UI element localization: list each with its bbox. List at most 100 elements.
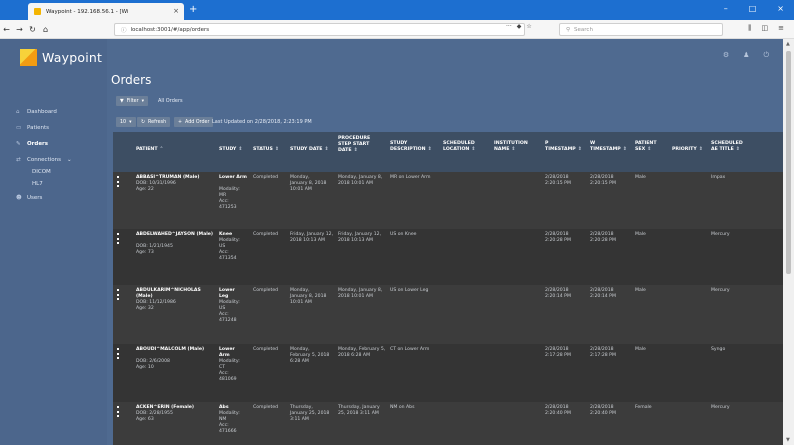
caret-down-icon: ▾ <box>129 119 132 125</box>
reload-icon[interactable]: ↻ <box>26 25 39 34</box>
refresh-button[interactable]: ↻ Refresh <box>137 117 171 127</box>
col-institution-name[interactable]: INSTITUTION NAME ⇕ <box>494 141 536 153</box>
back-icon[interactable]: ← <box>0 25 13 34</box>
table-cell: Friday, January 12, 2018 10:13 AM <box>338 232 382 243</box>
sort-icon: ⇕ <box>698 147 703 152</box>
add-order-button[interactable]: + Add Order <box>174 117 214 127</box>
table-cell: ABDELWAHED^JAYSON (Male) <box>136 232 214 237</box>
table-cell: Mercury <box>711 232 730 237</box>
url-bar[interactable]: ⓘ localhost:3001/#/app/orders <box>114 23 525 36</box>
table-cell: US on Knee <box>390 232 417 237</box>
row-actions-icon[interactable] <box>117 289 119 300</box>
info-icon: ⓘ <box>121 27 127 34</box>
column-label: PRIORITY <box>672 147 697 152</box>
sidebar-item-patients[interactable]: ▭ Patients <box>16 125 49 131</box>
sidebar-toggle-icon[interactable]: ◫ <box>762 24 769 33</box>
table-cell: Thursday, January 25, 2018 3:11 AM <box>290 405 330 422</box>
edit-icon: ✎ <box>16 141 21 147</box>
home-icon[interactable]: ⌂ <box>39 25 52 34</box>
table-row[interactable]: ABDELWAHED^JAYSON (Male) DOB: 1/21/1945 … <box>113 229 783 285</box>
row-actions-icon[interactable] <box>117 176 119 187</box>
maximize-icon[interactable]: □ <box>749 4 757 13</box>
sort-icon: ⇕ <box>511 147 516 153</box>
row-actions-icon[interactable] <box>117 233 119 244</box>
table-cell: 2/28/2018 2:20:15 PM <box>545 175 571 186</box>
sidebar-item-label: Connections <box>27 157 61 163</box>
table-row[interactable]: ABDULKARIM^NICHOLAS (Male) DOB: 11/12/19… <box>113 285 783 344</box>
col-scheduled-ae-title[interactable]: SCHEDULED AE TITLE ⇕ <box>711 141 751 153</box>
col-status[interactable]: STATUS ⇕ <box>253 147 279 153</box>
sort-icon: ⇕ <box>427 147 432 153</box>
filter-button[interactable]: ▼ Filter ▾ <box>116 96 149 106</box>
col-p-timestamp[interactable]: P TIMESTAMP ⇕ <box>545 141 582 153</box>
row-actions-icon[interactable] <box>117 348 119 359</box>
scrollbar-thumb[interactable] <box>786 51 791 274</box>
table-row[interactable]: ABOUDI^MALCOLM (Male) DOB: 2/6/2008 Age:… <box>113 344 783 402</box>
table-cell: 2/28/2018 2:20:28 PM <box>545 232 571 243</box>
close-window-icon[interactable]: × <box>777 4 784 13</box>
col-procedure-step-start-date[interactable]: PROCEDURE STEP START DATE ⇕ <box>338 136 383 155</box>
col-patient-sex[interactable]: PATIENT SEX ⇕ <box>635 141 665 153</box>
sidebar-item-orders[interactable]: ✎ Orders <box>16 141 48 147</box>
col-study-date[interactable]: STUDY DATE ⇕ <box>290 147 328 153</box>
row-actions-icon[interactable] <box>117 406 119 417</box>
col-w-timestamp[interactable]: W TIMESTAMP ⇕ <box>590 141 627 153</box>
library-icon[interactable]: ⫼ <box>748 24 751 33</box>
table-cell: NM on Abs <box>390 405 415 410</box>
new-tab-icon[interactable]: + <box>189 4 197 15</box>
sidebar-item-users[interactable]: ☻ Users <box>16 195 42 201</box>
tab-title: Waypoint - 192.168.56.1 - [Wi <box>46 8 129 15</box>
sort-icon: ⇕ <box>647 147 652 153</box>
home-icon: ⌂ <box>16 109 20 115</box>
sidebar-item-label: Patients <box>27 125 50 131</box>
search-placeholder: Search <box>574 26 593 33</box>
table-cell: Lower Leg <box>219 288 235 299</box>
col-priority[interactable]: PRIORITY ⇕ <box>672 147 703 153</box>
last-updated: Last Updated on 2/28/2018, 2:23:19 PM <box>212 119 312 125</box>
minimize-icon[interactable]: – <box>724 4 728 13</box>
table-cell: Lower Arm <box>219 175 247 180</box>
col-patient[interactable]: PATIENT ⌃ <box>136 147 163 153</box>
page-scrollbar[interactable]: ▲ ▼ <box>783 39 794 445</box>
table-row[interactable]: ACKEN^ERIN (Female) DOB: 2/28/1955 Age: … <box>113 402 783 445</box>
table-cell: Impax <box>711 175 726 180</box>
close-tab-icon[interactable]: × <box>173 7 179 15</box>
column-label: STUDY DATE <box>290 147 323 152</box>
table-cell: 471248 <box>219 318 237 323</box>
table-cell: 471253 <box>219 205 237 210</box>
sidebar-item-dashboard[interactable]: ⌂ Dashboard <box>16 109 57 115</box>
page-size-select[interactable]: 10 ▾ <box>116 117 136 127</box>
table-cell: Thursday, January 25, 2018 3:11 AM <box>338 405 380 416</box>
table-row[interactable]: ABBASI^TRUMAN (Male) DOB: 10/31/1996 Age… <box>113 172 783 229</box>
col-scheduled-location[interactable]: SCHEDULED LOCATION ⇕ <box>443 141 483 153</box>
table-cell: 2/28/2018 2:17:28 PM <box>590 347 616 358</box>
caret-down-icon: ▾ <box>141 98 145 104</box>
page-actions-icon[interactable]: ··· <box>506 23 512 30</box>
bookmark-star-icon[interactable]: ☆ <box>526 23 531 30</box>
scroll-up-icon[interactable]: ▲ <box>786 41 790 47</box>
table-cell: Monday, February 5, 2018 6:28 AM <box>338 347 386 358</box>
table-cell: MR on Lower Arm <box>390 175 431 180</box>
search-field[interactable]: ⚲ Search <box>559 23 723 36</box>
browser-chrome: Waypoint - 192.168.56.1 - [Wi × + – □ × … <box>0 0 794 39</box>
table-cell: Male <box>635 175 646 180</box>
table-cell: ABDULKARIM^NICHOLAS (Male) <box>136 288 201 299</box>
pocket-icon[interactable]: ◆ <box>517 23 522 30</box>
table-cell: Age: 10 <box>136 365 154 370</box>
sort-icon: ⇕ <box>324 147 329 152</box>
filter-value: All Orders <box>158 98 183 104</box>
column-label: STUDY DESCRIPTION <box>390 141 426 153</box>
browser-tab[interactable]: Waypoint - 192.168.56.1 - [Wi × <box>28 3 184 20</box>
app: Waypoint ⌂ Dashboard ▭ Patients ✎ Orders ⇄ C… <box>0 39 783 445</box>
scroll-down-icon[interactable]: ▼ <box>786 437 790 443</box>
table-cell: Age: 73 <box>136 250 154 255</box>
menu-icon[interactable]: ≡ <box>778 24 784 33</box>
brand[interactable]: Waypoint <box>20 49 102 66</box>
col-study[interactable]: STUDY ⇕ <box>219 147 242 153</box>
sidebar-sub-dicom[interactable]: DICOM <box>32 169 51 175</box>
col-study-description[interactable]: STUDY DESCRIPTION ⇕ <box>390 141 436 153</box>
forward-icon[interactable]: → <box>13 25 26 34</box>
orders-table: PATIENT ⌃ STUDY ⇕ STATUS ⇕ STUDY DATE ⇕ PROC… <box>113 132 783 445</box>
sidebar-item-connections[interactable]: ⇄ Connections ⌄ <box>16 157 72 163</box>
sidebar-sub-hl7[interactable]: HL7 <box>32 181 43 187</box>
